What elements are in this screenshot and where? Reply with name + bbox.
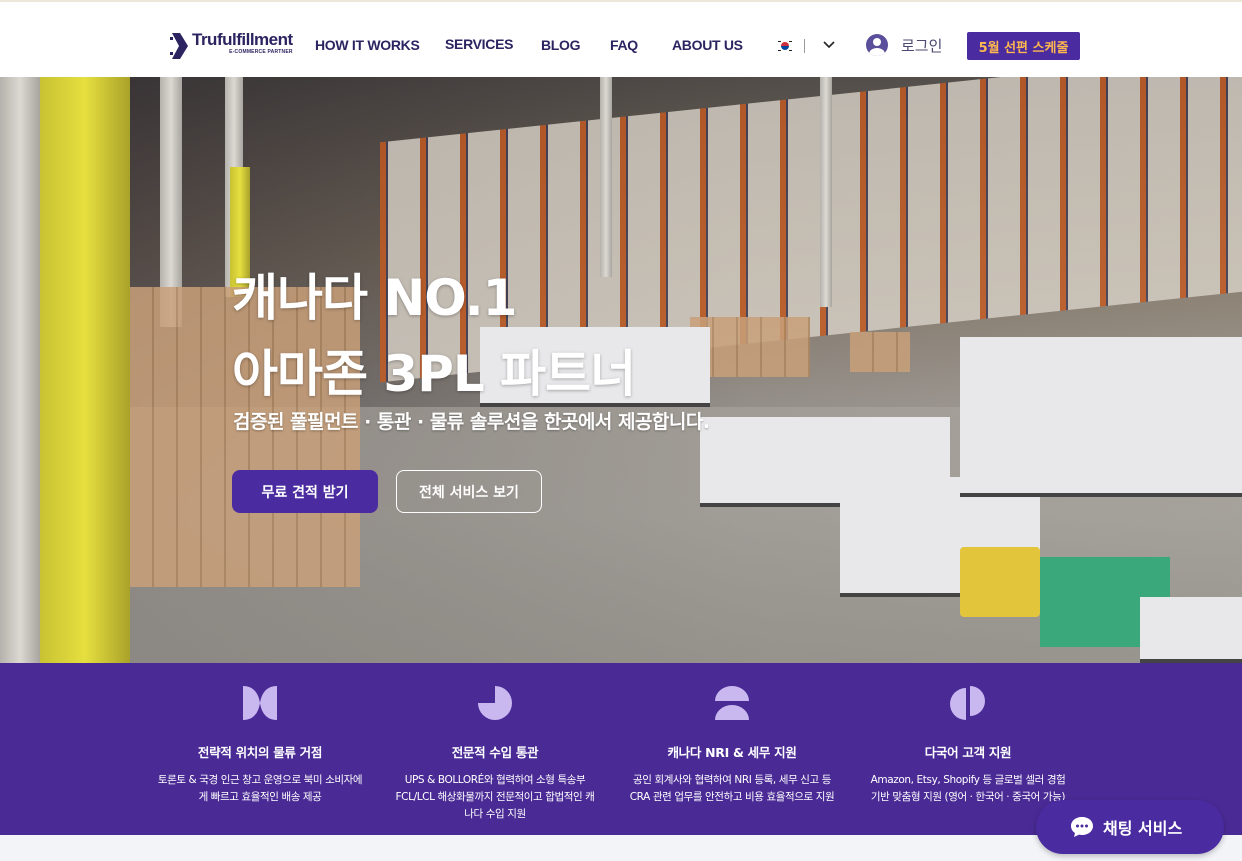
korea-flag-icon[interactable] (777, 39, 793, 53)
feature-logistics-hub: 전략적 위치의 물류 거점 토론토 & 국경 인근 창고 운영으로 북미 소비자… (155, 663, 365, 806)
feature-title: 전략적 위치의 물류 거점 (197, 745, 323, 760)
logo-icon (170, 33, 188, 59)
free-quote-button[interactable]: 무료 견적 받기 (232, 470, 378, 513)
hero-title-line1: 캐나다 NO.1 (232, 269, 517, 327)
feature-customs: 전문적 수입 통관 UPS & BOLLORÉ와 협력하여 소형 특송부 FCL… (390, 663, 600, 823)
feature-description: 공인 회계사와 협력하여 NRI 등록, 세무 신고 등 CRA 관련 업무를 … (629, 774, 835, 803)
site-header: Trufulfillment E-COMMERCE PARTNER HOW IT… (0, 0, 1242, 77)
feature-title: 다국어 고객 지원 (924, 745, 1012, 760)
dome-icon (715, 686, 749, 720)
pie-quarter-icon (478, 686, 512, 720)
nav-faq[interactable]: FAQ (610, 37, 638, 53)
all-services-button[interactable]: 전체 서비스 보기 (396, 470, 542, 513)
chat-label: 채팅 서비스 (1103, 819, 1183, 838)
split-circle-icon (950, 686, 985, 720)
nav-about-us[interactable]: ABOUT US (672, 37, 743, 53)
hero-subtitle: 검증된 풀필먼트 · 통관 · 물류 솔루션을 한곳에서 제공합니다. (233, 411, 710, 433)
hero-title-line2: 아마존 3PL 파트너 (232, 345, 636, 403)
feature-title: 캐나다 NRI & 세무 지원 (667, 745, 797, 760)
feature-title: 전문적 수입 통관 (451, 745, 539, 760)
user-icon (866, 34, 888, 56)
feature-nri-tax: 캐나다 NRI & 세무 지원 공인 회계사와 협력하여 NRI 등록, 세무 … (627, 663, 837, 806)
feature-description: UPS & BOLLORÉ와 협력하여 소형 특송부 FCL/LCL 해상화물까… (395, 774, 595, 820)
nav-blog[interactable]: BLOG (541, 37, 581, 53)
language-divider (804, 39, 805, 53)
hero-section: 캐나다 NO.1 아마존 3PL 파트너 검증된 풀필먼트 · 통관 · 물류 … (0, 77, 1242, 663)
login-label: 로그인 (901, 36, 943, 55)
logo-tagline: E-COMMERCE PARTNER (229, 49, 293, 55)
logo[interactable]: Trufulfillment E-COMMERCE PARTNER (170, 31, 293, 61)
chat-bubble-icon (1071, 817, 1093, 837)
chevron-down-icon[interactable] (822, 40, 836, 50)
nav-services[interactable]: SERVICES (445, 36, 513, 52)
feature-description: Amazon, Etsy, Shopify 등 글로벌 셀러 경험 기반 맞춤형… (870, 774, 1066, 803)
shipping-schedule-button[interactable]: 5월 선편 스케줄 (967, 32, 1080, 60)
feature-description: 토론토 & 국경 인근 창고 운영으로 북미 소비자에게 빠르고 효율적인 배송… (157, 774, 363, 803)
chat-service-button[interactable]: 채팅 서비스 (1036, 800, 1224, 854)
bowtie-icon (243, 686, 277, 720)
login-button[interactable]: 로그인 (866, 34, 942, 56)
hero-title: 캐나다 NO.1 아마존 3PL 파트너 (232, 260, 636, 412)
logo-name: Trufulfillment (192, 30, 293, 49)
feature-multilingual: 다국어 고객 지원 Amazon, Etsy, Shopify 등 글로벌 셀러… (863, 663, 1073, 806)
nav-how-it-works[interactable]: HOW IT WORKS (315, 37, 420, 53)
